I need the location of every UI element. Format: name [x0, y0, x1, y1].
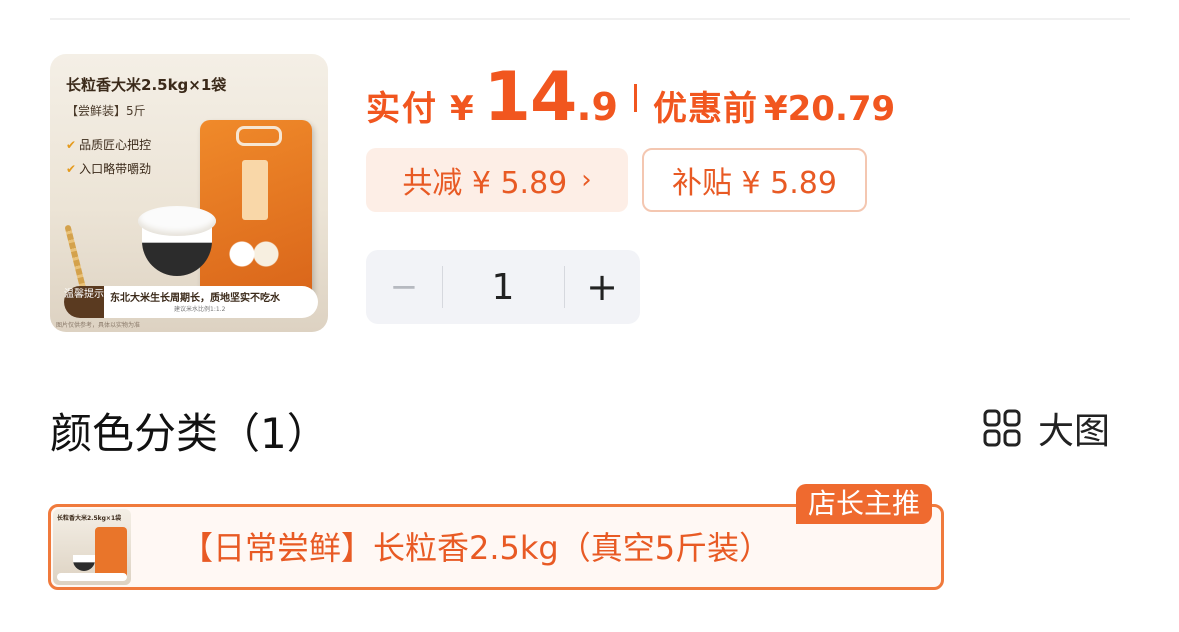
section-title: 颜色分类（1） [50, 409, 329, 458]
paid-label: 实付 [366, 89, 438, 129]
increment-button[interactable]: + [564, 250, 640, 324]
rice-bag-illustration [200, 120, 312, 298]
price-separator [633, 84, 637, 112]
rice-bag-illustration [95, 527, 127, 577]
bag-label [242, 160, 268, 220]
paid-integer: 14 [483, 58, 578, 137]
variant-label: 【日常尝鲜】长粒香2.5kg（真空5斤装） [181, 529, 772, 567]
check-icon: ✔ [66, 138, 77, 152]
chevron-right-icon: › [581, 165, 592, 195]
recommended-badge: 店长主推 [796, 484, 933, 524]
paid-currency: ¥ [450, 89, 474, 129]
thumb-title: 长粒香大米2.5kg×1袋 [66, 76, 227, 94]
variant-thumb-title: 长粒香大米2.5kg×1袋 [57, 515, 122, 522]
top-divider [50, 18, 1130, 20]
thumb-tag: 【尝鲜装】5斤 [66, 104, 146, 118]
original-price-value: ¥20.79 [763, 89, 896, 129]
warning-sub: 建议米水比例1:1.2 [174, 306, 226, 313]
warning-label: 温馨提示 [64, 286, 104, 318]
thumb-feature-2: ✔ 入口略带嚼劲 [66, 160, 151, 177]
grid-icon [983, 409, 1021, 447]
paid-dot: . [576, 84, 592, 130]
subsidy-chip: 补贴 ¥ 5.89 [642, 148, 867, 212]
total-discount-chip[interactable]: 共减 ¥ 5.89 › [366, 148, 628, 212]
variant-thumbnail: 长粒香大米2.5kg×1袋 [53, 509, 131, 585]
decrement-button[interactable]: − [366, 250, 442, 324]
flower-illustration [224, 232, 284, 276]
price-row: 实付 ¥ 14 . 9 优惠前 ¥20.79 [366, 58, 895, 138]
big-image-button[interactable]: 大图 [982, 404, 1110, 452]
thumb-feature-1-label: 品质匠心把控 [79, 138, 152, 152]
original-price-label: 优惠前 [652, 89, 758, 129]
variant-thumb-bar [57, 573, 127, 581]
subsidy-label: 补贴 ¥ 5.89 [672, 166, 837, 201]
thumb-feature-1: ✔ 品质匠心把控 [66, 136, 151, 153]
big-image-label: 大图 [1038, 411, 1111, 452]
paid-decimal: 9 [591, 85, 618, 129]
thumb-footer-note: 图片仅供参考，具体以实物为准 [56, 322, 141, 329]
warning-text: 东北大米生长周期长，质地坚实不吃水 [110, 293, 280, 304]
rice-bowl-illustration [73, 555, 95, 571]
thumb-feature-2-label: 入口略带嚼劲 [79, 162, 152, 176]
product-image[interactable]: 长粒香大米2.5kg×1袋 【尝鲜装】5斤 ✔ 品质匠心把控 ✔ 入口略带嚼劲 温馨… [50, 54, 328, 332]
quantity-value[interactable]: 1 [442, 250, 564, 324]
total-discount-label: 共减 ¥ 5.89 [402, 166, 568, 201]
check-icon: ✔ [66, 162, 77, 176]
quantity-stepper: − 1 + [366, 250, 640, 324]
thumb-warning-bar: 温馨提示 东北大米生长周期长，质地坚实不吃水 建议米水比例1:1.2 [64, 286, 318, 318]
